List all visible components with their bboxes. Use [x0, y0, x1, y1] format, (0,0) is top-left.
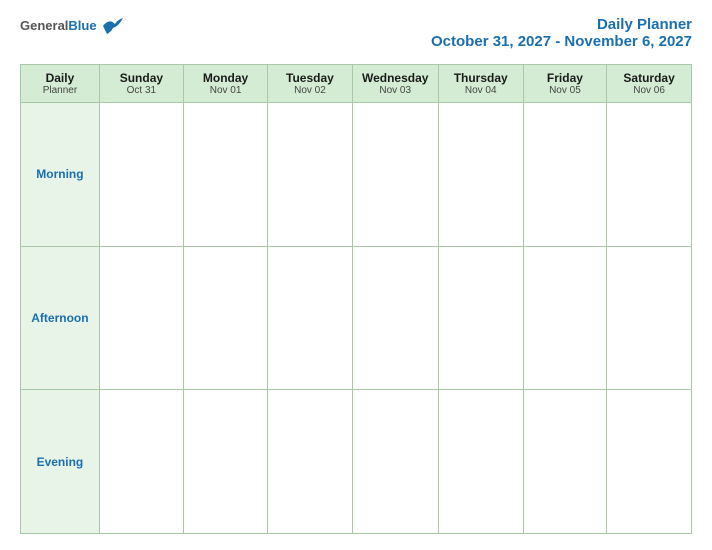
cell-morning-monday[interactable]: [183, 103, 267, 247]
row-label-morning: Morning: [21, 103, 100, 247]
col-header-monday: Monday Nov 01: [183, 65, 267, 103]
logo: GeneralBlue: [20, 16, 123, 34]
wednesday-day: Wednesday: [357, 71, 434, 85]
cell-afternoon-sunday[interactable]: [99, 246, 183, 390]
col-header-friday: Friday Nov 05: [523, 65, 606, 103]
col-header-label-line2: Planner: [25, 85, 95, 96]
monday-day: Monday: [188, 71, 263, 85]
planner-title: Daily Planner: [431, 16, 692, 33]
friday-date: Nov 05: [528, 85, 602, 96]
title-block: Daily Planner October 31, 2027 - Novembe…: [431, 16, 692, 50]
cell-morning-saturday[interactable]: [607, 103, 692, 247]
thursday-day: Thursday: [443, 71, 519, 85]
sunday-day: Sunday: [104, 71, 179, 85]
wednesday-date: Nov 03: [357, 85, 434, 96]
cell-afternoon-saturday[interactable]: [607, 246, 692, 390]
tuesday-day: Tuesday: [272, 71, 347, 85]
logo-general: GeneralBlue: [20, 18, 97, 33]
tuesday-date: Nov 02: [272, 85, 347, 96]
friday-day: Friday: [528, 71, 602, 85]
col-header-tuesday: Tuesday Nov 02: [268, 65, 352, 103]
cell-evening-tuesday[interactable]: [268, 390, 352, 534]
row-label-evening: Evening: [21, 390, 100, 534]
cell-morning-friday[interactable]: [523, 103, 606, 247]
col-header-thursday: Thursday Nov 04: [438, 65, 523, 103]
saturday-day: Saturday: [611, 71, 687, 85]
cell-evening-friday[interactable]: [523, 390, 606, 534]
cell-evening-saturday[interactable]: [607, 390, 692, 534]
cell-afternoon-monday[interactable]: [183, 246, 267, 390]
col-header-wednesday: Wednesday Nov 03: [352, 65, 438, 103]
row-label-afternoon: Afternoon: [21, 246, 100, 390]
sunday-date: Oct 31: [104, 85, 179, 96]
col-header-label: Daily Planner: [21, 65, 100, 103]
planner-date-range: October 31, 2027 - November 6, 2027: [431, 33, 692, 50]
monday-date: Nov 01: [188, 85, 263, 96]
cell-afternoon-tuesday[interactable]: [268, 246, 352, 390]
col-header-label-line1: Daily: [25, 71, 95, 85]
cell-afternoon-friday[interactable]: [523, 246, 606, 390]
page-header: GeneralBlue Daily Planner October 31, 20…: [20, 16, 692, 50]
cell-morning-wednesday[interactable]: [352, 103, 438, 247]
cell-afternoon-wednesday[interactable]: [352, 246, 438, 390]
row-evening: Evening: [21, 390, 692, 534]
saturday-date: Nov 06: [611, 85, 687, 96]
cell-evening-sunday[interactable]: [99, 390, 183, 534]
row-morning: Morning: [21, 103, 692, 247]
cell-evening-thursday[interactable]: [438, 390, 523, 534]
cell-evening-wednesday[interactable]: [352, 390, 438, 534]
cell-evening-monday[interactable]: [183, 390, 267, 534]
cell-morning-tuesday[interactable]: [268, 103, 352, 247]
row-afternoon: Afternoon: [21, 246, 692, 390]
thursday-date: Nov 04: [443, 85, 519, 96]
cell-afternoon-thursday[interactable]: [438, 246, 523, 390]
col-header-saturday: Saturday Nov 06: [607, 65, 692, 103]
logo-icon: [101, 16, 123, 34]
cell-morning-thursday[interactable]: [438, 103, 523, 247]
planner-table: Daily Planner Sunday Oct 31 Monday Nov 0…: [20, 64, 692, 534]
col-header-sunday: Sunday Oct 31: [99, 65, 183, 103]
cell-morning-sunday[interactable]: [99, 103, 183, 247]
